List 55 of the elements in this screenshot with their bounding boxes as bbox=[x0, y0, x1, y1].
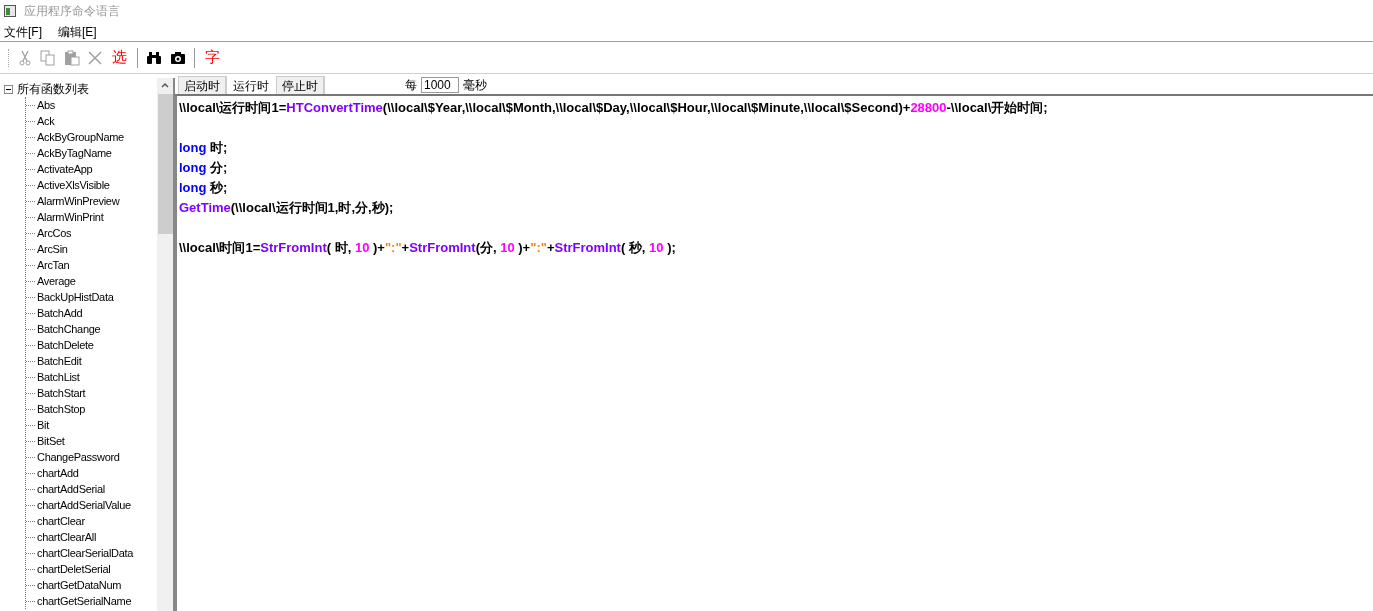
window-title: 应用程序命令语言 bbox=[24, 3, 120, 20]
camera-icon[interactable] bbox=[170, 50, 186, 65]
binoculars-icon[interactable] bbox=[146, 50, 162, 65]
tree-item[interactable]: Ack bbox=[37, 112, 55, 130]
select-tool-button[interactable]: 选 bbox=[110, 46, 129, 69]
unit-label: 毫秒 bbox=[463, 77, 487, 94]
tree-item[interactable]: BatchStart bbox=[37, 384, 86, 402]
code-line: \\local\时间1=StrFromInt( 时, 10 )+":"+StrFromInt(分, 10 )+":"+StrFromInt( 秒, 10 ); bbox=[179, 239, 676, 258]
tree-item[interactable]: BatchList bbox=[37, 368, 80, 386]
menu-item[interactable]: 编辑[E] bbox=[56, 22, 99, 41]
tree-item[interactable]: ArcSin bbox=[37, 240, 68, 258]
tree-item[interactable]: AckByTagName bbox=[37, 144, 112, 162]
tree-item[interactable]: Bit bbox=[37, 416, 49, 434]
tree-item[interactable]: ActiveXlsVisible bbox=[37, 176, 110, 194]
tree-item[interactable]: BatchDelete bbox=[37, 336, 94, 354]
app-icon bbox=[4, 5, 16, 17]
tree-item[interactable]: 所有函数列表 bbox=[17, 80, 89, 98]
tree-item[interactable]: Average bbox=[37, 272, 76, 290]
select-tool-button[interactable]: 字 bbox=[203, 46, 222, 69]
tree-item[interactable]: chartAddSerialValue bbox=[37, 496, 131, 514]
tree-item[interactable]: BatchStop bbox=[37, 400, 86, 418]
code-line: long 时; bbox=[179, 139, 228, 158]
tree-item[interactable]: chartClearSerialData bbox=[37, 544, 134, 562]
tree-item[interactable]: AlarmWinPrint bbox=[37, 208, 104, 226]
tree-item[interactable]: AckByGroupName bbox=[37, 128, 124, 146]
code-line: GetTime(\\local\运行时间1,时,分,秒); bbox=[179, 199, 394, 218]
tree-item[interactable]: BitSet bbox=[37, 432, 65, 450]
tab[interactable]: 停止时 bbox=[276, 76, 325, 94]
tree-item[interactable]: chartAdd bbox=[37, 464, 79, 482]
tree-item[interactable]: BackUpHistData bbox=[37, 288, 114, 306]
tree-item[interactable]: ArcCos bbox=[37, 224, 72, 242]
tree-item[interactable]: BatchChange bbox=[37, 320, 101, 338]
tree-item[interactable]: Abs bbox=[37, 96, 56, 114]
interval-field[interactable]: 1000 bbox=[421, 77, 459, 93]
code-line: long 分; bbox=[179, 159, 228, 178]
tree-item[interactable]: chartGetDataNum bbox=[37, 576, 122, 594]
scroll-thumb[interactable] bbox=[157, 94, 173, 234]
scrollbar[interactable] bbox=[157, 78, 173, 611]
tree-item[interactable]: BatchAdd bbox=[37, 304, 83, 322]
interval-label: 每 bbox=[405, 77, 417, 94]
tree-item[interactable]: AlarmWinPreview bbox=[37, 192, 120, 210]
tab[interactable]: 启动时 bbox=[178, 76, 227, 94]
tree-item[interactable]: ArcTan bbox=[37, 256, 70, 274]
collapse-toggle[interactable] bbox=[4, 84, 13, 94]
tree-item[interactable]: ActivateApp bbox=[37, 160, 93, 178]
code-line: \\local\运行时间1=HTConvertTime(\\local\$Year,\\local\$Month,\\local\$Day,\\local\$Hour,\\local\$Minute,\\local\$Second)+28800-\\local\开始时间; bbox=[179, 99, 1048, 118]
tree-item[interactable]: chartClearAll bbox=[37, 528, 97, 546]
tree-item[interactable]: chartGetSerialName bbox=[37, 592, 132, 610]
tree-item[interactable]: chartClear bbox=[37, 512, 85, 530]
tree-item[interactable]: chartDeletSerial bbox=[37, 560, 111, 578]
tree-item[interactable]: ChangePassword bbox=[37, 448, 120, 466]
menu-item[interactable]: 文件[F] bbox=[2, 22, 44, 41]
code-line: long 秒; bbox=[179, 179, 228, 198]
tree-item[interactable]: chartAddSerial bbox=[37, 480, 105, 498]
tree-item[interactable]: BatchEdit bbox=[37, 352, 82, 370]
